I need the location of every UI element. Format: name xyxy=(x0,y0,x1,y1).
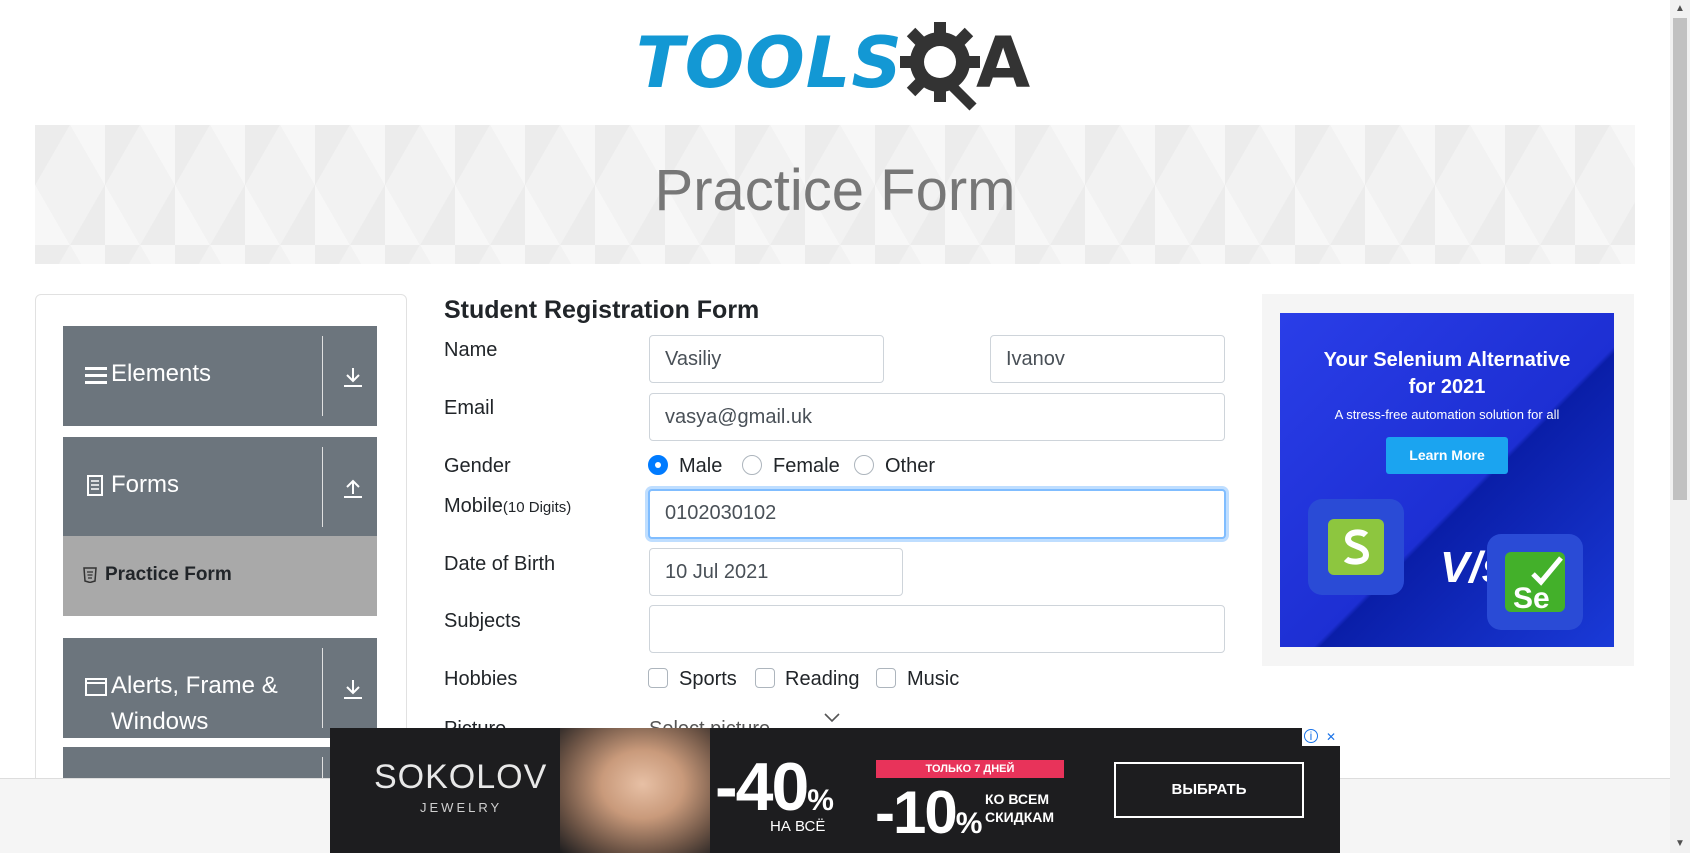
gender-male-radio[interactable] xyxy=(648,455,668,475)
subjects-label: Subjects xyxy=(444,610,521,632)
ad-controls: i ✕ xyxy=(1302,728,1340,746)
choose-button[interactable]: ВЫБРАТЬ xyxy=(1114,762,1304,818)
gender-other-label[interactable]: Other xyxy=(885,455,935,478)
html5-icon xyxy=(83,567,97,583)
date-of-birth-input[interactable]: 10 Jul 2021 xyxy=(649,548,903,596)
gear-magnifier-icon xyxy=(900,22,980,111)
scroll-up-arrow-icon[interactable]: ▲ xyxy=(1670,0,1690,18)
ad-right[interactable]: Your Selenium Alternative for 2021 A str… xyxy=(1262,294,1634,666)
katalon-logo-icon xyxy=(1328,519,1384,575)
vertical-scrollbar[interactable]: ▲ ▼ xyxy=(1670,0,1690,853)
chevron-down-icon xyxy=(824,713,840,723)
ad-right-creative[interactable]: Your Selenium Alternative for 2021 A str… xyxy=(1280,313,1614,647)
sidebar: Elements Forms Practice Form Alerts, Fra… xyxy=(35,294,407,794)
toolsqa-logo[interactable]: TOOLS A xyxy=(636,20,1040,114)
logo-suffix: A xyxy=(976,22,1031,104)
divider xyxy=(322,336,323,416)
sokolov-brand-sub: JEWELRY xyxy=(420,800,503,815)
upload-icon xyxy=(344,479,362,498)
document-icon xyxy=(87,475,103,496)
logo-text: TOOLS xyxy=(636,22,903,104)
sidebar-group-alerts[interactable]: Alerts, Frame & Windows xyxy=(63,638,377,738)
scroll-down-arrow-icon[interactable]: ▼ xyxy=(1670,835,1690,853)
discount-10-value: -10 xyxy=(875,779,958,846)
discount-10-line2: СКИДКАМ xyxy=(985,809,1055,825)
divider xyxy=(322,648,323,728)
sidebar-item-practice-form[interactable]: Practice Form xyxy=(63,536,377,616)
sidebar-group-forms[interactable]: Forms xyxy=(63,437,377,537)
sidebar-group-label: Alerts, Frame & xyxy=(111,672,278,699)
email-input[interactable]: vasya@gmail.uk xyxy=(649,393,1225,441)
gender-other-radio[interactable] xyxy=(854,455,874,475)
discount-10-sub: КО ВСЕМ СКИДКАМ xyxy=(985,790,1054,826)
discount-10: -10% xyxy=(875,778,983,847)
mobile-input[interactable]: 0102030102 xyxy=(648,489,1226,539)
window-icon xyxy=(85,678,107,696)
promo-tag: ТОЛЬКО 7 ДНЕЙ xyxy=(876,760,1064,778)
ad-bottom[interactable]: SOKOLOV JEWELRY -40% НА ВСЁ ТОЛЬКО 7 ДНЕ… xyxy=(330,728,1340,853)
email-label: Email xyxy=(444,397,495,419)
gender-female-label[interactable]: Female xyxy=(773,455,840,478)
page-title: Practice Form xyxy=(654,158,1016,223)
dob-label: Date of Birth xyxy=(444,553,556,575)
ad-info-icon[interactable]: i xyxy=(1304,729,1318,743)
name-label: Name xyxy=(444,339,498,361)
ad-headline-line1: Your Selenium Alternative xyxy=(1323,349,1571,371)
first-name-input[interactable]: Vasiliy xyxy=(649,335,884,383)
mobile-hint: (10 Digits) xyxy=(502,499,572,516)
subjects-input[interactable] xyxy=(649,605,1225,653)
hobby-reading-checkbox[interactable] xyxy=(755,668,775,688)
selenium-tile: Se xyxy=(1487,534,1583,630)
discount-10-percent: % xyxy=(955,807,983,840)
gender-label: Gender xyxy=(444,455,511,477)
hobby-music-checkbox[interactable] xyxy=(876,668,896,688)
sidebar-group-label: Elements xyxy=(111,360,212,387)
discount-40-percent: % xyxy=(807,784,834,817)
discount-40-sub: НА ВСЁ xyxy=(770,818,826,835)
divider xyxy=(322,447,323,527)
sokolov-brand: SOKOLOV xyxy=(374,758,548,796)
sidebar-item-label: Practice Form xyxy=(105,564,232,585)
download-icon xyxy=(344,368,362,387)
form-title: Student Registration Form xyxy=(444,296,760,324)
hobby-sports-checkbox[interactable] xyxy=(648,668,668,688)
hobby-reading-label[interactable]: Reading xyxy=(785,668,860,691)
sidebar-group-label: Forms xyxy=(111,471,179,498)
discount-40: -40% xyxy=(715,748,834,826)
scroll-thumb[interactable] xyxy=(1673,18,1687,500)
hobby-music-label[interactable]: Music xyxy=(907,668,959,691)
discount-10-line1: КО ВСЕМ xyxy=(985,791,1050,807)
mobile-label: Mobile(10 Digits) xyxy=(444,495,571,518)
download-icon xyxy=(344,680,362,699)
selenium-tile-text: Se xyxy=(1513,582,1550,615)
discount-40-value: -40 xyxy=(715,749,809,825)
katalon-tile xyxy=(1308,499,1404,595)
model-photo xyxy=(560,728,710,853)
last-name-input[interactable]: Ivanov xyxy=(990,335,1225,383)
ad-headline-line2: for 2021 xyxy=(1408,376,1486,398)
hobby-sports-label[interactable]: Sports xyxy=(679,668,737,691)
gender-male-label[interactable]: Male xyxy=(679,455,722,478)
ad-headline: Your Selenium Alternative for 2021 xyxy=(1280,347,1614,401)
learn-more-button[interactable]: Learn More xyxy=(1386,437,1508,474)
ad-subline: A stress-free automation solution for al… xyxy=(1334,407,1560,422)
gender-female-radio[interactable] xyxy=(742,455,762,475)
page-banner: Practice Form xyxy=(35,125,1635,264)
mobile-label-text: Mobile xyxy=(444,495,503,517)
sidebar-group-label-line2: Windows xyxy=(111,708,209,735)
ad-close-icon[interactable]: ✕ xyxy=(1323,729,1339,745)
hamburger-icon xyxy=(85,367,107,384)
hobbies-label: Hobbies xyxy=(444,668,518,690)
sidebar-group-elements[interactable]: Elements xyxy=(63,326,377,426)
